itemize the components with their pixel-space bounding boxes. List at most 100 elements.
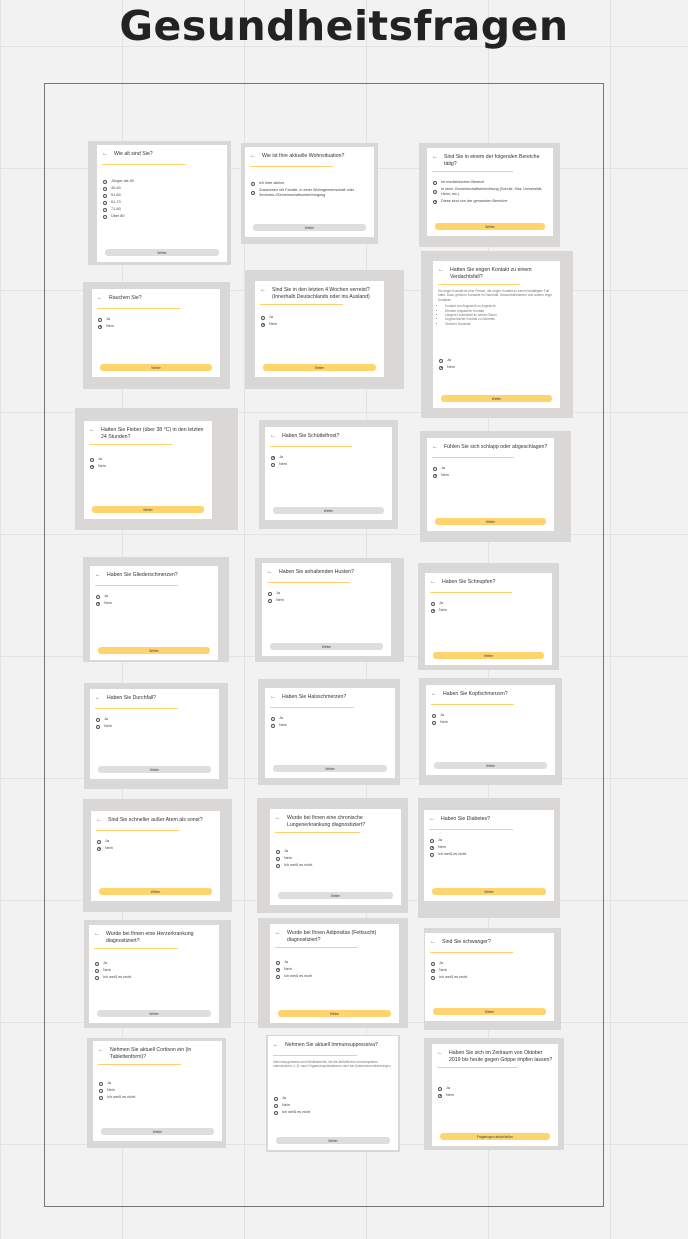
answer-option[interactable]: Ich weiß es nicht: [430, 852, 548, 857]
radio-button[interactable]: [98, 317, 102, 322]
answer-option[interactable]: Ja: [274, 1096, 392, 1101]
radio-button[interactable]: [274, 1103, 278, 1108]
back-arrow-icon[interactable]: ←: [94, 931, 100, 937]
radio-button[interactable]: [99, 1088, 103, 1093]
radio-button[interactable]: [271, 723, 275, 728]
answer-option[interactable]: Jünger als 40: [103, 179, 221, 184]
next-button[interactable]: Weiter: [434, 762, 547, 769]
radio-button[interactable]: [439, 358, 443, 363]
radio-button[interactable]: [98, 324, 102, 329]
radio-button[interactable]: [432, 713, 436, 718]
answer-option[interactable]: Ja: [271, 455, 386, 460]
next-button[interactable]: Weiter: [97, 1010, 211, 1017]
answer-option[interactable]: Ja: [276, 960, 393, 965]
radio-button[interactable]: [274, 1110, 278, 1115]
radio-button[interactable]: [276, 974, 280, 979]
radio-button[interactable]: [103, 200, 107, 205]
radio-button[interactable]: [103, 179, 107, 184]
next-button[interactable]: Weiter: [98, 647, 210, 654]
radio-button[interactable]: [271, 462, 275, 467]
radio-button[interactable]: [439, 365, 443, 370]
radio-button[interactable]: [276, 856, 280, 861]
answer-option[interactable]: Zusammen mit Familie, in einer Wohngemei…: [251, 188, 368, 198]
next-button[interactable]: Fragebogen abschließen: [440, 1133, 550, 1140]
back-arrow-icon[interactable]: ←: [89, 427, 95, 433]
answer-option[interactable]: Nein: [432, 720, 549, 725]
radio-button[interactable]: [276, 960, 280, 965]
next-button[interactable]: Weiter: [253, 224, 366, 231]
answer-option[interactable]: Ja: [438, 1086, 552, 1091]
answer-option[interactable]: Nein: [274, 1103, 392, 1108]
radio-button[interactable]: [95, 961, 99, 966]
radio-button[interactable]: [96, 601, 100, 606]
answer-option[interactable]: Ja: [432, 713, 549, 718]
answer-option[interactable]: Ich weiß es nicht: [99, 1095, 216, 1100]
answer-option[interactable]: Ich weiß es nicht: [274, 1110, 392, 1115]
radio-button[interactable]: [433, 199, 437, 204]
next-button[interactable]: Weiter: [98, 766, 211, 773]
next-button[interactable]: Weiter: [433, 1008, 546, 1015]
next-button[interactable]: Weiter: [273, 507, 384, 514]
next-button[interactable]: Weiter: [278, 1010, 391, 1017]
back-arrow-icon[interactable]: ←: [432, 154, 438, 160]
radio-button[interactable]: [96, 594, 100, 599]
radio-button[interactable]: [276, 967, 280, 972]
next-button[interactable]: Weiter: [435, 223, 545, 230]
radio-button[interactable]: [99, 1081, 103, 1086]
answer-option[interactable]: Ja: [96, 717, 213, 722]
back-arrow-icon[interactable]: ←: [270, 433, 276, 439]
answer-option[interactable]: Ja: [430, 838, 548, 843]
answer-option[interactable]: Nein: [95, 968, 213, 973]
answer-option[interactable]: Ich weiß es nicht: [95, 975, 213, 980]
next-button[interactable]: Weiter: [273, 765, 387, 772]
radio-button[interactable]: [90, 464, 94, 469]
answer-option[interactable]: Nein: [96, 601, 212, 606]
next-button[interactable]: Weiter: [99, 888, 212, 895]
answer-option[interactable]: Nein: [276, 967, 393, 972]
radio-button[interactable]: [268, 598, 272, 603]
answer-option[interactable]: Ja: [95, 961, 213, 966]
radio-button[interactable]: [438, 1093, 442, 1098]
back-arrow-icon[interactable]: ←: [270, 694, 276, 700]
back-arrow-icon[interactable]: ←: [432, 444, 438, 450]
radio-button[interactable]: [433, 180, 437, 185]
answer-option[interactable]: 61-70: [103, 200, 221, 205]
next-button[interactable]: Weiter: [432, 888, 546, 895]
back-arrow-icon[interactable]: ←: [97, 295, 103, 301]
answer-option[interactable]: Diese sind von der genannten Bereiche: [433, 199, 547, 204]
answer-option[interactable]: Ich lebe alleine: [251, 181, 368, 186]
radio-button[interactable]: [431, 968, 435, 973]
answer-option[interactable]: Nein: [98, 324, 214, 329]
next-button[interactable]: Weiter: [441, 395, 552, 402]
radio-button[interactable]: [103, 186, 107, 191]
back-arrow-icon[interactable]: ←: [98, 1047, 104, 1053]
answer-option[interactable]: Nein: [271, 723, 389, 728]
radio-button[interactable]: [431, 961, 435, 966]
radio-button[interactable]: [431, 975, 435, 980]
answer-option[interactable]: Nein: [438, 1093, 552, 1098]
radio-button[interactable]: [90, 457, 94, 462]
answer-option[interactable]: 71-80: [103, 207, 221, 212]
answer-option[interactable]: Nein: [261, 322, 378, 327]
radio-button[interactable]: [96, 717, 100, 722]
radio-button[interactable]: [97, 839, 101, 844]
radio-button[interactable]: [103, 214, 107, 219]
next-button[interactable]: Weiter: [276, 1137, 390, 1144]
back-arrow-icon[interactable]: ←: [430, 939, 436, 945]
answer-option[interactable]: Nein: [430, 845, 548, 850]
radio-button[interactable]: [433, 466, 437, 471]
next-button[interactable]: Weiter: [92, 506, 204, 513]
next-button[interactable]: Weiter: [105, 249, 219, 256]
radio-button[interactable]: [268, 591, 272, 596]
radio-button[interactable]: [261, 322, 265, 327]
answer-option[interactable]: Ja: [431, 601, 546, 606]
radio-button[interactable]: [438, 1086, 442, 1091]
back-arrow-icon[interactable]: ←: [275, 815, 281, 821]
radio-button[interactable]: [432, 720, 436, 725]
answer-option[interactable]: Im medizinischen Bereich: [433, 180, 547, 185]
answer-option[interactable]: 51-60: [103, 193, 221, 198]
back-arrow-icon[interactable]: ←: [429, 816, 435, 822]
answer-option[interactable]: Nein: [439, 365, 554, 370]
answer-option[interactable]: Ja: [261, 315, 378, 320]
radio-button[interactable]: [430, 852, 434, 857]
